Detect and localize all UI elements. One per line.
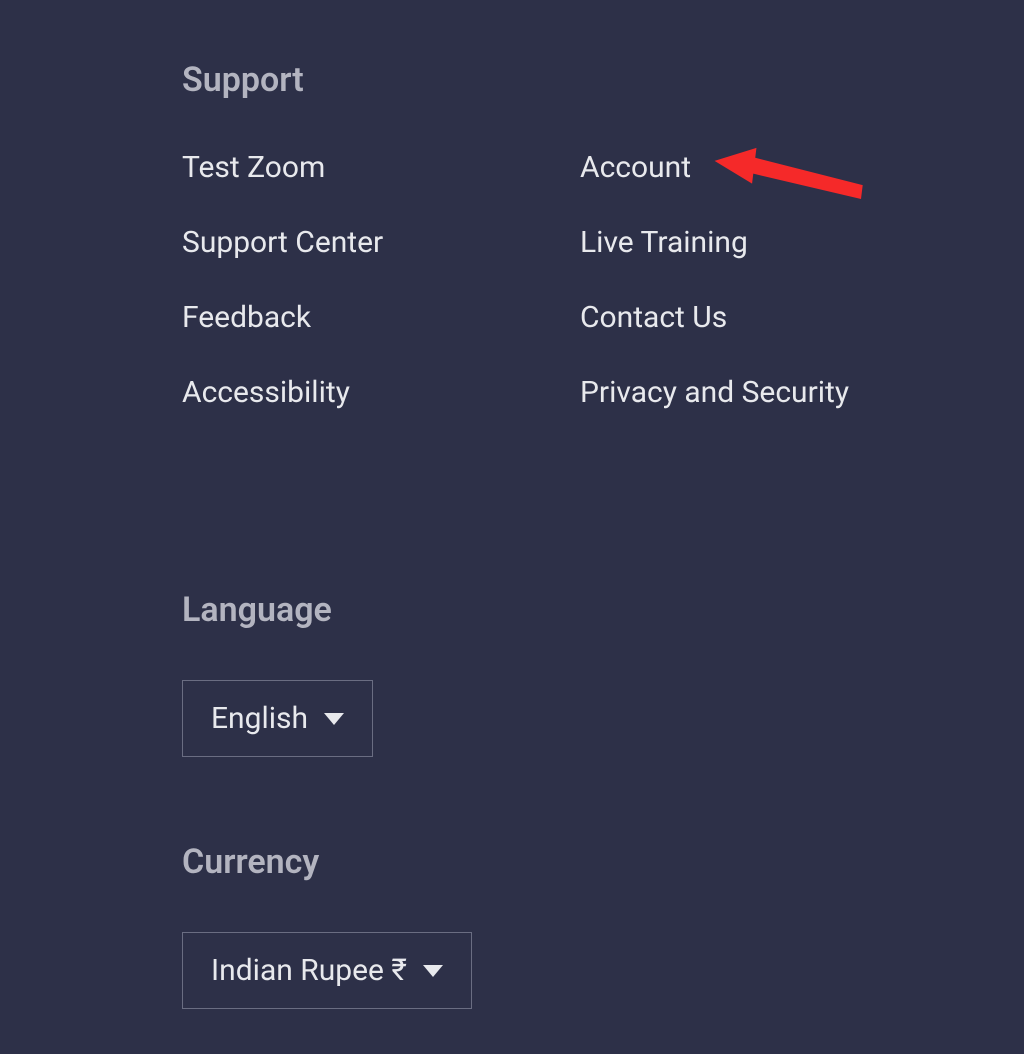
link-feedback[interactable]: Feedback [182, 300, 580, 335]
link-accessibility[interactable]: Accessibility [182, 375, 580, 410]
caret-down-icon [423, 965, 443, 977]
language-section: Language English [182, 590, 1024, 757]
currency-selected-value: Indian Rupee ₹ [211, 953, 407, 988]
link-contact-us[interactable]: Contact Us [580, 300, 1024, 335]
language-selected-value: English [211, 701, 308, 736]
language-heading: Language [182, 590, 1024, 630]
currency-heading: Currency [182, 842, 1024, 882]
link-test-zoom[interactable]: Test Zoom [182, 150, 580, 185]
currency-dropdown[interactable]: Indian Rupee ₹ [182, 932, 472, 1009]
language-dropdown[interactable]: English [182, 680, 373, 757]
support-heading: Support [182, 60, 1024, 100]
link-privacy-security[interactable]: Privacy and Security [580, 375, 1024, 410]
link-live-training[interactable]: Live Training [580, 225, 1024, 260]
support-section: Support Test Zoom Account Support Center… [182, 60, 1024, 410]
caret-down-icon [324, 713, 344, 725]
currency-section: Currency Indian Rupee ₹ [182, 842, 1024, 1009]
link-support-center[interactable]: Support Center [182, 225, 580, 260]
link-account[interactable]: Account [580, 150, 1024, 185]
support-links-grid: Test Zoom Account Support Center Live Tr… [182, 150, 1024, 410]
